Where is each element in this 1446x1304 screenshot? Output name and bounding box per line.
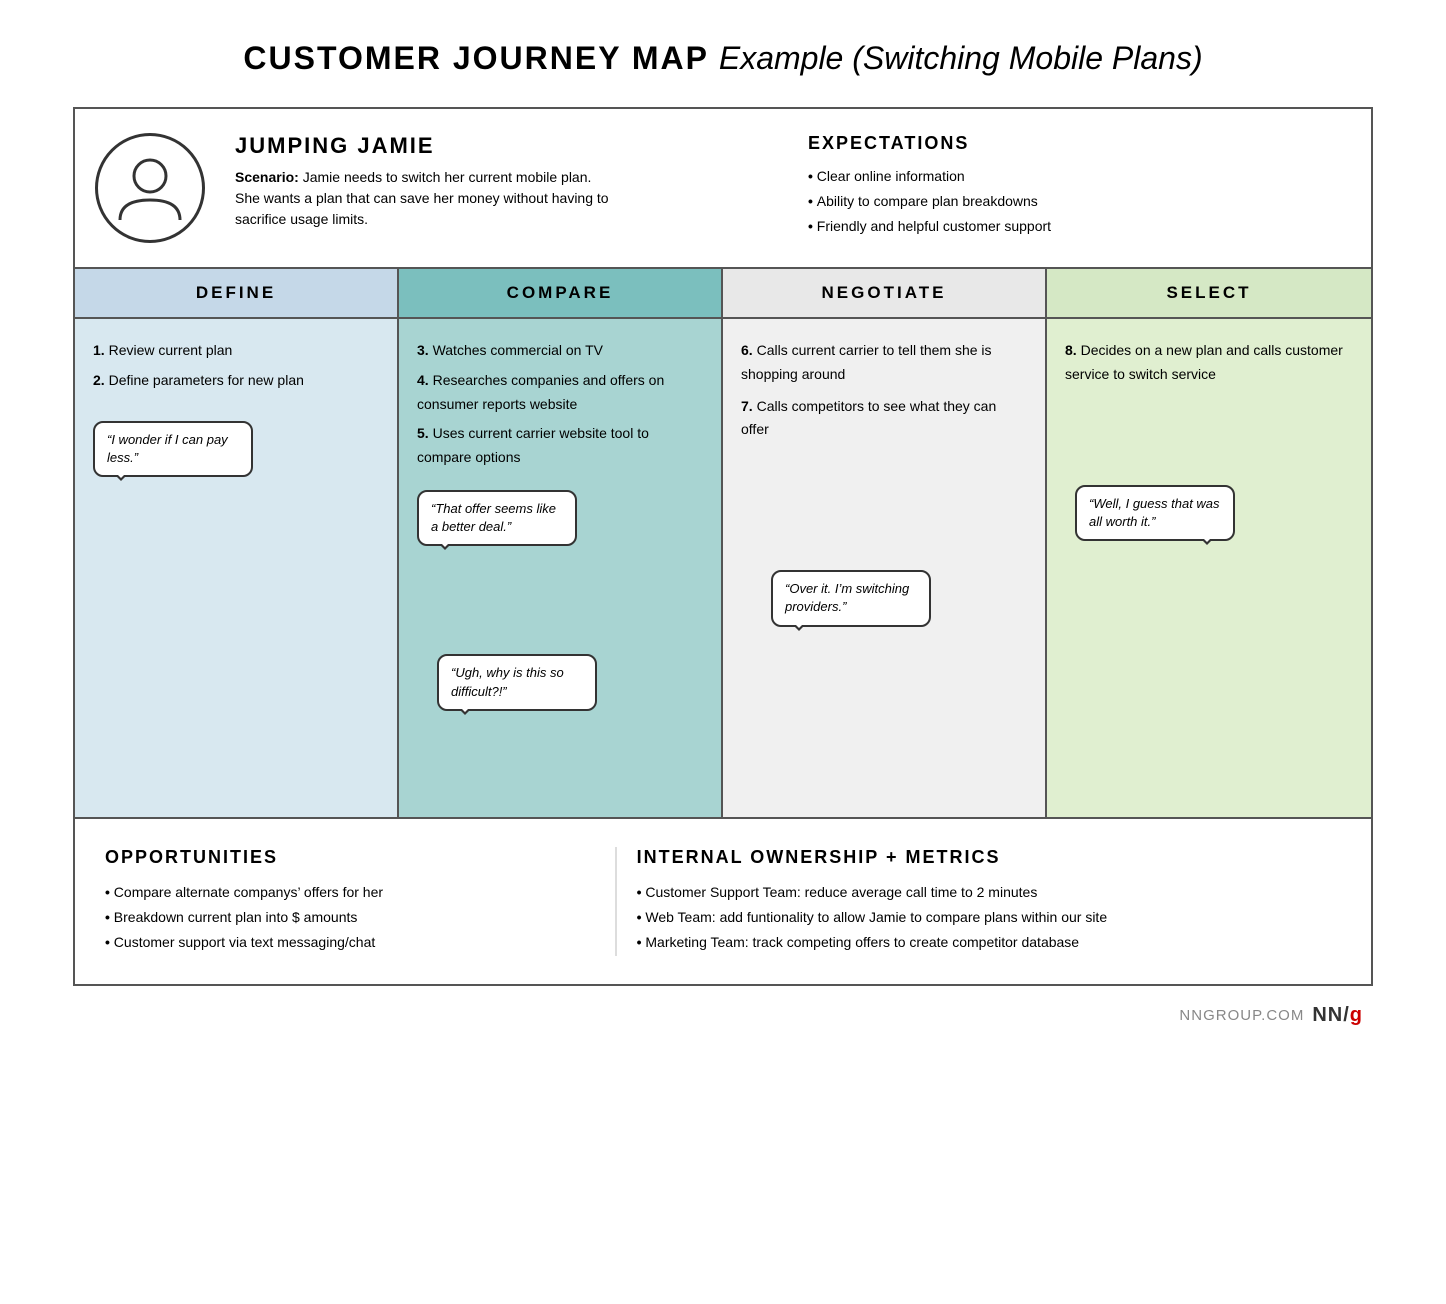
list-item: Marketing Team: track competing offers t… bbox=[637, 930, 1341, 955]
phase-header-compare: COMPARE bbox=[399, 269, 723, 317]
negotiate-bubble: “Over it. I’m switching providers.” bbox=[771, 570, 931, 626]
internal-title: INTERNAL OWNERSHIP + METRICS bbox=[637, 847, 1341, 868]
phase-cell-negotiate: 6. Calls current carrier to tell them sh… bbox=[723, 319, 1047, 817]
select-bubble: “Well, I guess that was all worth it.” bbox=[1075, 485, 1235, 541]
bottom-row: OPPORTUNITIES Compare alternate companys… bbox=[75, 819, 1371, 984]
footer: NNGROUP.COM NN/g bbox=[73, 1004, 1373, 1027]
internal-section: INTERNAL OWNERSHIP + METRICS Customer Su… bbox=[615, 847, 1341, 956]
step-4: 4. Researches companies and offers on co… bbox=[417, 369, 703, 417]
opportunities-list: Compare alternate companys’ offers for h… bbox=[105, 880, 575, 956]
list-item: Clear online information bbox=[808, 164, 1341, 189]
list-item: Compare alternate companys’ offers for h… bbox=[105, 880, 575, 905]
avatar bbox=[95, 133, 205, 243]
avatar-icon bbox=[110, 148, 190, 228]
compare-steps: 3. Watches commercial on TV 4. Researche… bbox=[417, 339, 703, 470]
step-2: 2. Define parameters for new plan bbox=[93, 369, 379, 393]
step-3: 3. Watches commercial on TV bbox=[417, 339, 703, 363]
define-bubble: “I wonder if I can pay less.” bbox=[93, 421, 253, 477]
expectations-section: EXPECTATIONS Clear online information Ab… bbox=[768, 133, 1341, 240]
define-steps: 1. Review current plan 2. Define paramet… bbox=[93, 339, 379, 393]
compare-bubble-high: “That offer seems like a better deal.” bbox=[417, 490, 577, 546]
title-bold: CUSTOMER JOURNEY MAP bbox=[243, 40, 709, 76]
persona-info: JUMPING JAMIE Scenario: Jamie needs to s… bbox=[235, 133, 768, 230]
footer-site: NNGROUP.COM bbox=[1179, 1007, 1304, 1024]
step-6: 6. Calls current carrier to tell them sh… bbox=[741, 339, 1027, 387]
main-diagram: JUMPING JAMIE Scenario: Jamie needs to s… bbox=[73, 107, 1373, 986]
step-7: 7. Calls competitors to see what they ca… bbox=[741, 395, 1027, 443]
step-1: 1. Review current plan bbox=[93, 339, 379, 363]
opportunities-section: OPPORTUNITIES Compare alternate companys… bbox=[105, 847, 615, 956]
expectations-list: Clear online information Ability to comp… bbox=[808, 164, 1341, 240]
expectations-title: EXPECTATIONS bbox=[808, 133, 1341, 154]
footer-logo: NN/g bbox=[1312, 1004, 1363, 1027]
list-item: Breakdown current plan into $ amounts bbox=[105, 905, 575, 930]
phase-header-negotiate: NEGOTIATE bbox=[723, 269, 1047, 317]
phase-cell-compare: 3. Watches commercial on TV 4. Researche… bbox=[399, 319, 723, 817]
list-item: Customer Support Team: reduce average ca… bbox=[637, 880, 1341, 905]
step-8: 8. Decides on a new plan and calls custo… bbox=[1065, 339, 1353, 387]
title-italic: Example (Switching Mobile Plans) bbox=[719, 40, 1203, 76]
journey-row: 1. Review current plan 2. Define paramet… bbox=[75, 319, 1371, 819]
page-title: CUSTOMER JOURNEY MAP Example (Switching … bbox=[243, 40, 1202, 77]
phase-header-define: DEFINE bbox=[75, 269, 399, 317]
phase-header-select: SELECT bbox=[1047, 269, 1371, 317]
footer-brand: NNGROUP.COM NN/g bbox=[1179, 1004, 1363, 1027]
step-5: 5. Uses current carrier website tool to … bbox=[417, 422, 703, 470]
persona-name: JUMPING JAMIE bbox=[235, 133, 768, 159]
list-item: Web Team: add funtionality to allow Jami… bbox=[637, 905, 1341, 930]
phases-header: DEFINE COMPARE NEGOTIATE SELECT bbox=[75, 269, 1371, 319]
opportunities-title: OPPORTUNITIES bbox=[105, 847, 575, 868]
phase-cell-select: 8. Decides on a new plan and calls custo… bbox=[1047, 319, 1371, 817]
list-item: Friendly and helpful customer support bbox=[808, 214, 1341, 239]
internal-list: Customer Support Team: reduce average ca… bbox=[637, 880, 1341, 956]
persona-scenario: Scenario: Jamie needs to switch her curr… bbox=[235, 167, 615, 230]
list-item: Customer support via text messaging/chat bbox=[105, 930, 575, 955]
negotiate-steps: 6. Calls current carrier to tell them sh… bbox=[741, 339, 1027, 442]
list-item: Ability to compare plan breakdowns bbox=[808, 189, 1341, 214]
phase-cell-define: 1. Review current plan 2. Define paramet… bbox=[75, 319, 399, 817]
select-steps: 8. Decides on a new plan and calls custo… bbox=[1065, 339, 1353, 387]
compare-bubble-low: “Ugh, why is this so difficult?!” bbox=[437, 654, 597, 710]
persona-row: JUMPING JAMIE Scenario: Jamie needs to s… bbox=[75, 109, 1371, 269]
